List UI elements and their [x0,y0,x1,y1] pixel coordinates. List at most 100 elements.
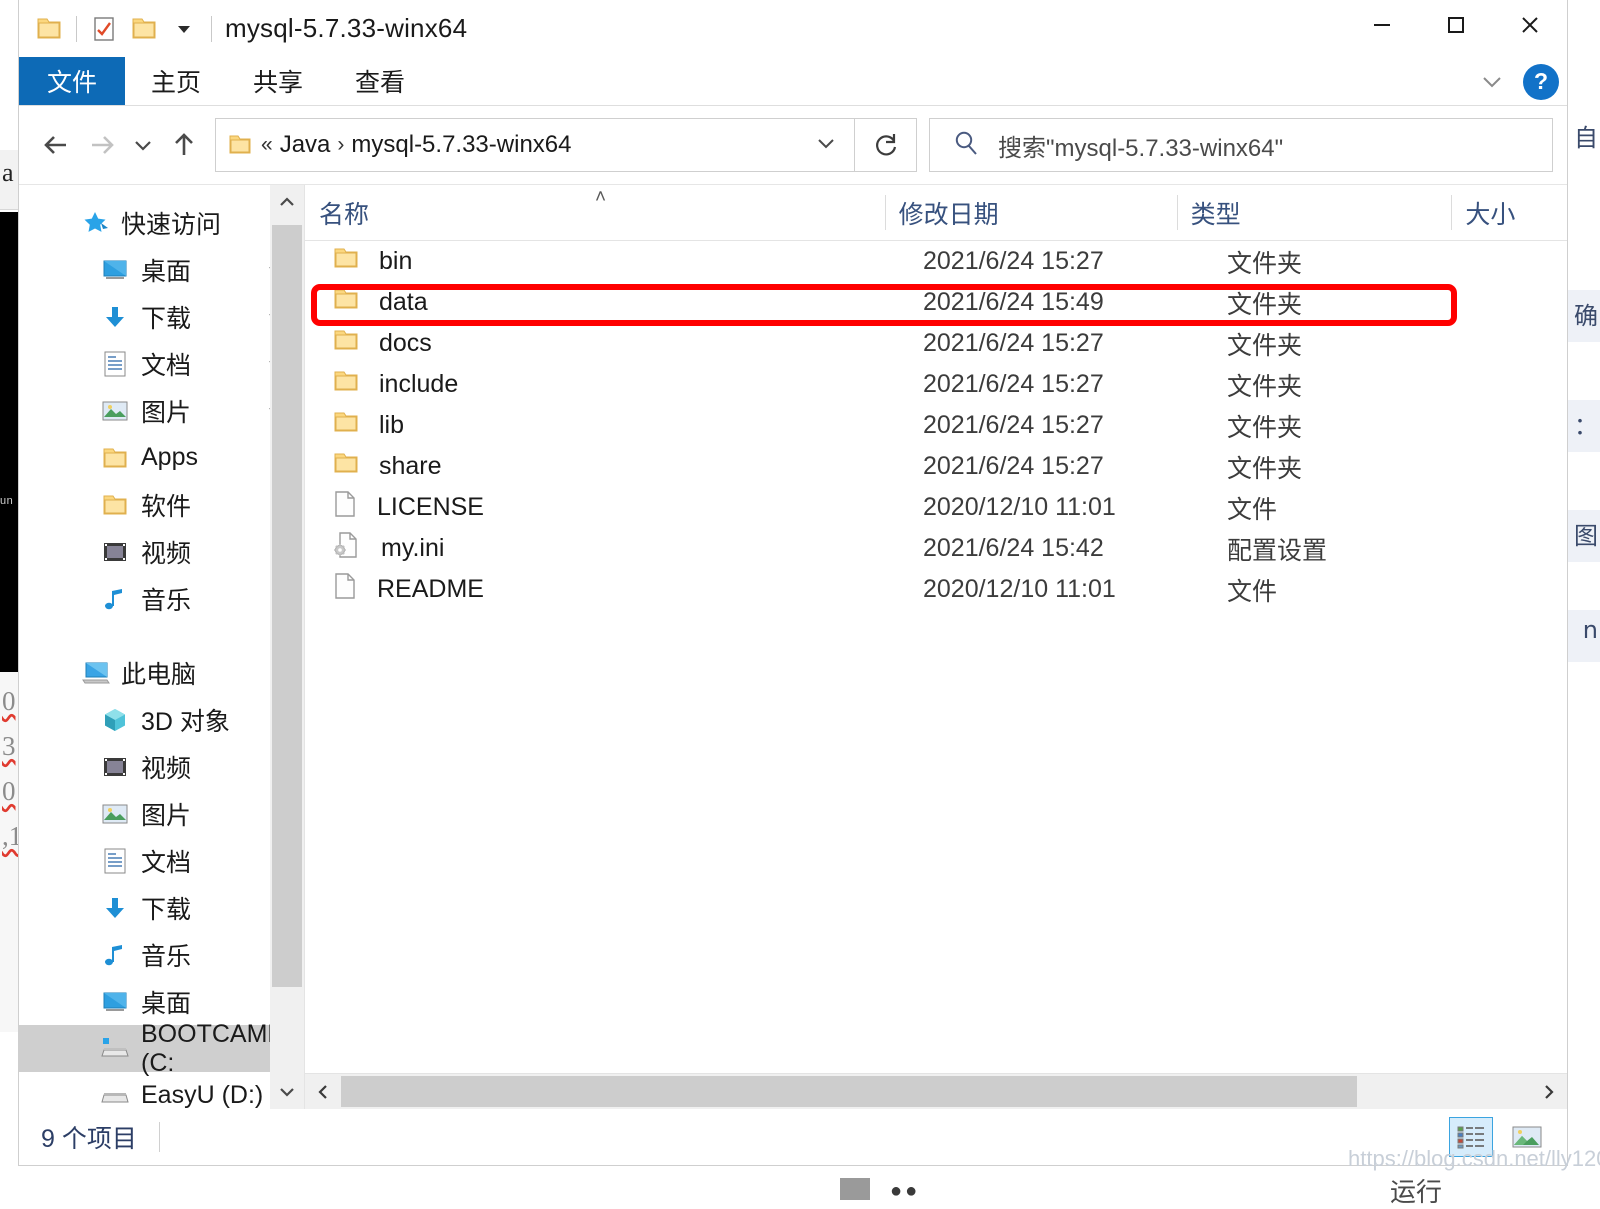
refresh-icon[interactable] [855,118,917,172]
file-name: lib [379,411,404,440]
horizontal-scrollbar-track[interactable] [341,1074,1531,1109]
sidebar-item-pictures-pc[interactable]: 图片 [19,790,304,837]
minimize-button[interactable] [1345,0,1419,50]
tab-home[interactable]: 主页 [125,57,227,105]
file-type-cell: 文件夹 [1213,405,1499,446]
file-icon [333,572,357,607]
sidebar-label: 3D 对象 [141,702,230,738]
sidebar-item-downloads[interactable]: 下载 [19,293,304,340]
sidebar-item-this-pc[interactable]: 此电脑 [19,649,304,696]
navigation-scrollbar-thumb[interactable] [272,225,302,987]
sidebar-section-gap [19,622,304,649]
sidebar-item-3d-objects[interactable]: 3D 对象 [19,696,304,743]
breadcrumb-item-current[interactable]: mysql-5.7.33-winx64 [351,131,571,159]
column-header-type[interactable]: 类型 [1177,185,1452,240]
search-input[interactable]: 搜索"mysql-5.7.33-winx64" [929,118,1553,172]
chevron-down-icon[interactable] [804,133,848,158]
status-divider [159,1122,160,1152]
sidebar-item-apps[interactable]: Apps [19,434,304,481]
file-date-cell: 2021/6/24 15:27 [909,446,1213,487]
folder-icon [333,328,359,359]
properties-icon[interactable] [84,9,124,49]
sidebar-item-bootcamp-drive[interactable]: BOOTCAMP (C: [19,1025,304,1072]
config-file-icon [333,531,361,566]
videos-icon [93,540,137,564]
navigation-scrollbar[interactable] [270,185,304,1109]
file-name-cell: lib [305,405,909,446]
navigation-pane: 快速访问 桌面 下载 [19,185,304,1109]
table-row[interactable]: share 2021/6/24 15:27 文件夹 [305,446,1567,487]
breadcrumb-overflow[interactable]: « [254,133,280,157]
sidebar-item-documents[interactable]: 文档 [19,340,304,387]
table-row[interactable]: LICENSE 2020/12/10 11:01 文件 [305,487,1567,528]
chevron-down-icon[interactable] [1479,69,1505,95]
sidebar-label: Apps [141,443,198,472]
recent-locations-caret-icon[interactable] [125,122,161,168]
sidebar-label: 音乐 [141,937,191,973]
music-icon [93,586,137,612]
navigation-list: 快速访问 桌面 下载 [19,185,304,1109]
scroll-up-icon[interactable] [270,185,304,219]
scroll-right-icon[interactable] [1531,1074,1567,1109]
tab-view[interactable]: 查看 [329,57,431,105]
column-header-size[interactable]: 大小 [1451,185,1567,240]
folder-icon [93,493,137,517]
scroll-down-icon[interactable] [270,1075,304,1109]
taskbar-peek [840,1178,870,1200]
documents-icon [93,847,137,875]
sidebar-label: 此电脑 [121,655,196,691]
sidebar-item-documents-pc[interactable]: 文档 [19,837,304,884]
sidebar-label: 音乐 [141,581,191,617]
table-row[interactable]: lib 2021/6/24 15:27 文件夹 [305,405,1567,446]
file-name-cell: README [305,569,909,610]
maximize-button[interactable] [1419,0,1493,50]
sidebar-item-videos-pc[interactable]: 视频 [19,743,304,790]
file-date-cell: 2021/6/24 15:27 [909,364,1213,405]
horizontal-scrollbar[interactable] [305,1073,1567,1109]
file-list-pane: 名称 ˄ 修改日期 类型 大小 bin 2021/6/24 15:27 文 [304,185,1567,1109]
table-row[interactable]: include 2021/6/24 15:27 文件夹 [305,364,1567,405]
sidebar-item-quick-access[interactable]: 快速访问 [19,199,304,246]
help-button[interactable]: ? [1523,64,1559,100]
qat-divider [76,16,77,42]
table-row[interactable]: data 2021/6/24 15:49 文件夹 [305,282,1567,323]
sidebar-item-pictures[interactable]: 图片 [19,387,304,434]
sidebar-item-music-pc[interactable]: 音乐 [19,931,304,978]
file-name-cell: data [305,282,909,323]
table-row[interactable]: bin 2021/6/24 15:27 文件夹 [305,241,1567,282]
column-header-date[interactable]: 修改日期 [885,185,1177,240]
close-button[interactable] [1493,0,1567,50]
table-row[interactable]: README 2020/12/10 11:01 文件 [305,569,1567,610]
sidebar-item-downloads-pc[interactable]: 下载 [19,884,304,931]
sidebar-item-desktop[interactable]: 桌面 [19,246,304,293]
file-name-cell: my.ini [305,528,909,569]
folder-icon[interactable] [29,9,69,49]
file-name-cell: LICENSE [305,487,909,528]
sidebar-item-easyu-drive[interactable]: EasyU (D:) [19,1072,304,1109]
new-folder-icon[interactable] [124,9,164,49]
table-row[interactable]: docs 2021/6/24 15:27 文件夹 [305,323,1567,364]
horizontal-scrollbar-thumb[interactable] [341,1076,1357,1107]
back-arrow-icon[interactable] [33,122,79,168]
column-header-name[interactable]: 名称 ˄ [305,185,885,240]
3d-objects-icon [93,707,137,733]
up-arrow-icon[interactable] [161,122,207,168]
file-date-cell: 2021/6/24 15:27 [909,241,1213,282]
breadcrumb[interactable]: « Java › mysql-5.7.33-winx64 [215,118,855,172]
tab-file[interactable]: 文件 [19,57,125,105]
sidebar-item-software[interactable]: 软件 [19,481,304,528]
music-icon [93,942,137,968]
file-name: docs [379,329,432,358]
sidebar-item-videos[interactable]: 视频 [19,528,304,575]
sidebar-item-desktop-pc[interactable]: 桌面 [19,978,304,1025]
file-date-cell: 2021/6/24 15:27 [909,323,1213,364]
scroll-left-icon[interactable] [305,1074,341,1109]
table-row[interactable]: my.ini 2021/6/24 15:42 配置设置 [305,528,1567,569]
file-explorer-window: mysql-5.7.33-winx64 文件 主页 共享 查看 ? [18,0,1568,1166]
watermark: https://blog.csdn.net/lly12064 [1348,1146,1600,1172]
tab-share[interactable]: 共享 [227,57,329,105]
customize-qat-caret-icon[interactable] [164,9,204,49]
breadcrumb-item-java[interactable]: Java [280,131,331,159]
sidebar-label: 文档 [141,346,191,382]
sidebar-item-music[interactable]: 音乐 [19,575,304,622]
